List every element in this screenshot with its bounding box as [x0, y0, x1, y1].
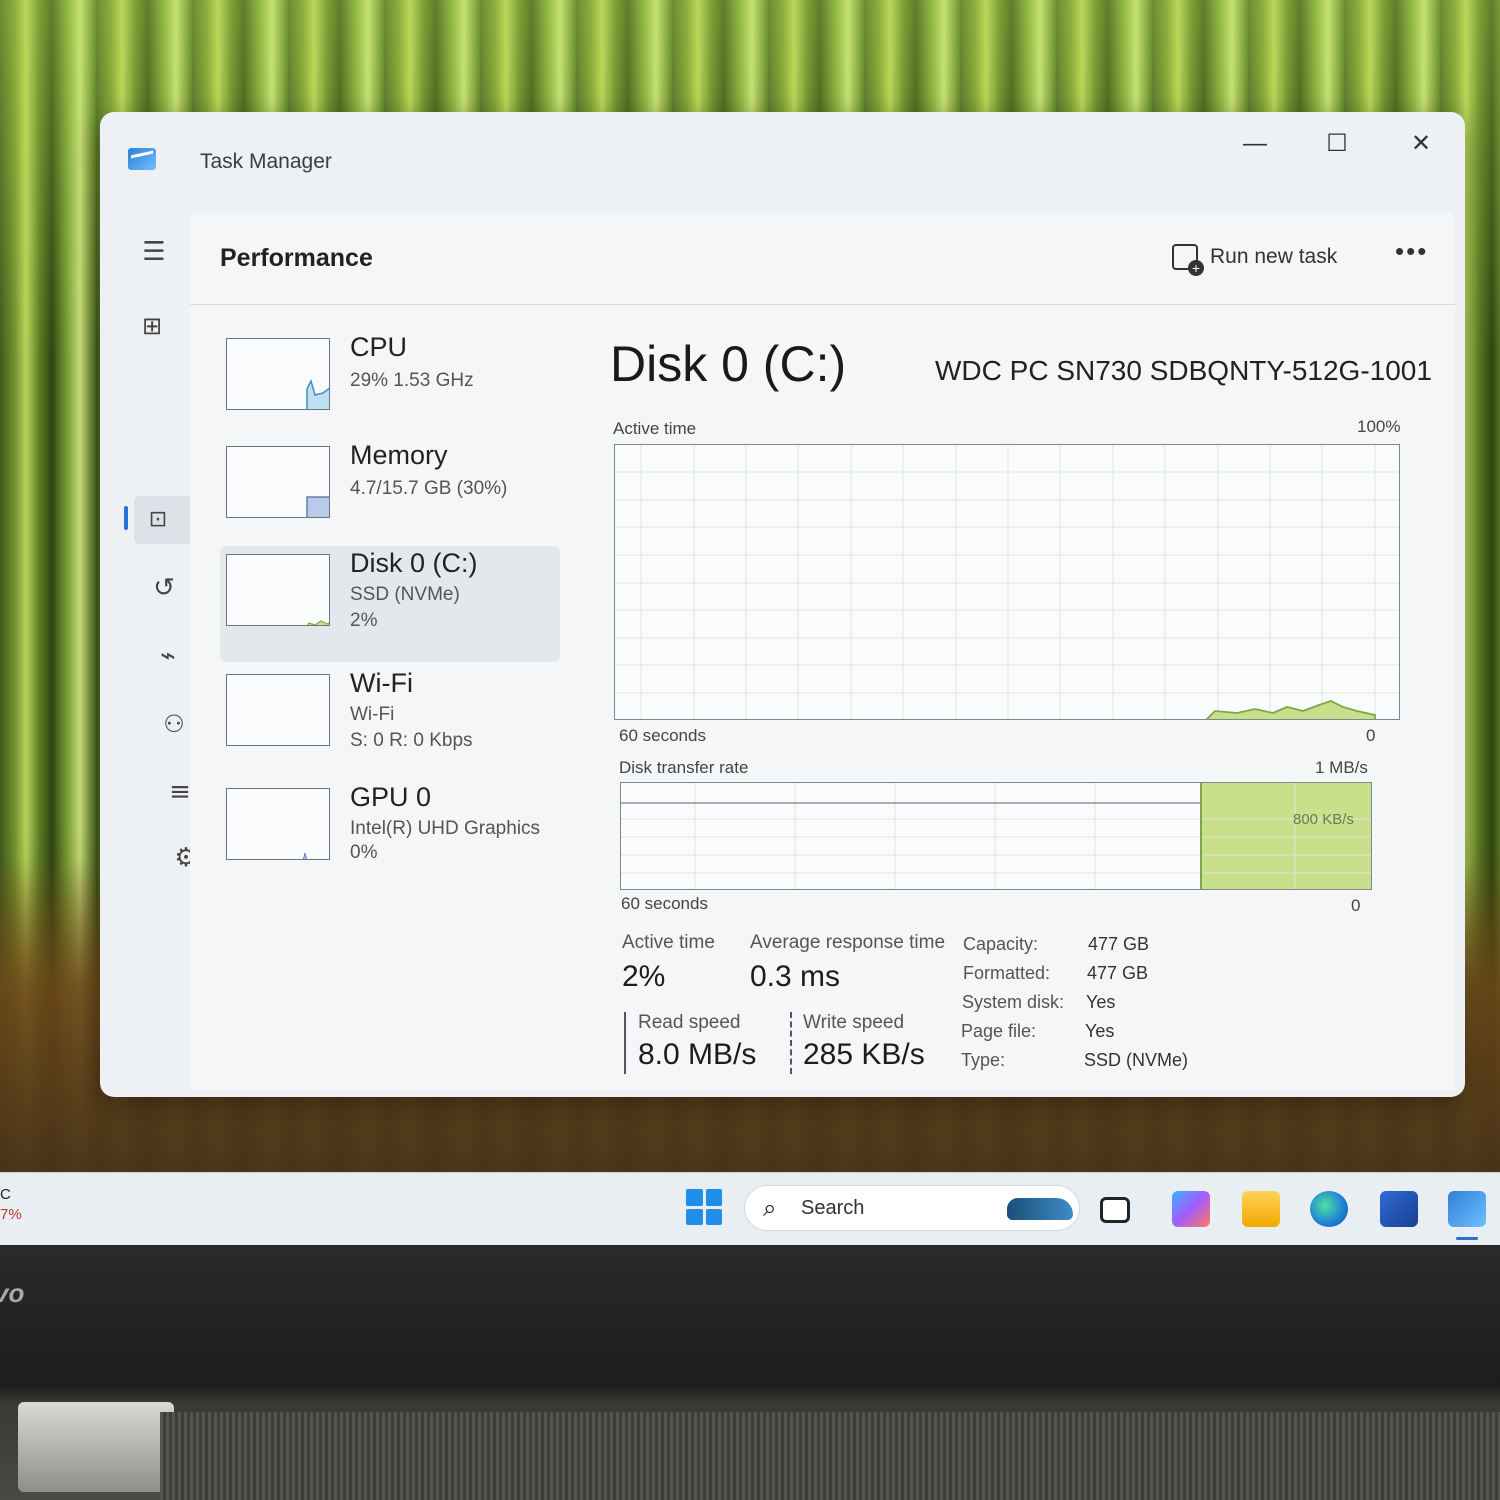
cpu-thumbnail-graph — [226, 338, 330, 410]
more-options-button[interactable]: ••• — [1395, 236, 1428, 267]
device-name: GPU 0 — [350, 782, 432, 812]
active-app-indicator — [1456, 1237, 1478, 1240]
task-manager-app-icon — [128, 148, 156, 170]
property-system-disk-value: Yes — [1086, 992, 1116, 1012]
users-icon[interactable]: ⚇ — [154, 704, 194, 744]
device-item-cpu[interactable]: CPU 29% 1.53 GHz — [220, 330, 560, 440]
microsoft-365-icon[interactable] — [1172, 1191, 1210, 1227]
property-type-key: Type: — [961, 1050, 1006, 1070]
device-item-disk-0[interactable]: Disk 0 (C:) SSD (NVMe) 2% — [220, 546, 560, 662]
performance-nav-indicator — [124, 506, 128, 530]
taskbar-search-box[interactable]: ⌕ Search — [744, 1185, 1080, 1231]
window-title: Task Manager — [200, 150, 332, 173]
navigation-sidebar: ☰ ⊞ ⊡ ↺ ⌁ ⚇ ≡ ⚙ — [120, 232, 200, 1092]
active-time-label: Active time — [622, 932, 715, 953]
performance-panel: Performance Run new task ••• CPU 29% 1.5… — [190, 212, 1455, 1090]
search-highlight-image — [1007, 1198, 1073, 1220]
widget-value: 7% — [0, 1206, 22, 1223]
maximize-button[interactable]: ☐ — [1314, 126, 1360, 162]
edge-browser-icon[interactable] — [1310, 1191, 1348, 1227]
read-speed-value: 8.0 MB/s — [638, 1038, 757, 1071]
device-item-memory[interactable]: Memory 4.7/15.7 GB (30%) — [220, 438, 560, 548]
transfer-rate-chart-scale-line: 800 KB/s — [1293, 811, 1354, 828]
property-formatted-value: 477 GB — [1087, 963, 1149, 983]
task-manager-window: Task Manager — ☐ ✕ ☰ ⊞ ⊡ ↺ ⌁ ⚇ ≡ ⚙ ⚙ Per… — [100, 112, 1465, 1097]
device-stat: 29% 1.53 GHz — [350, 370, 474, 391]
search-placeholder: Search — [801, 1197, 865, 1219]
transfer-rate-chart-max: 1 MB/s — [1315, 758, 1368, 777]
start-button[interactable] — [686, 1189, 722, 1225]
transfer-rate-chart-duration: 60 seconds — [621, 894, 708, 913]
laptop-brand-logo: vo — [0, 1278, 25, 1308]
device-name: Memory — [350, 440, 448, 470]
property-type-value: SSD (NVMe) — [1084, 1050, 1189, 1070]
property-capacity-key: Capacity: — [963, 934, 1039, 954]
property-formatted-key: Formatted: — [963, 963, 1051, 983]
property-system-disk-key: System disk: — [962, 992, 1065, 1012]
device-model: Intel(R) UHD Graphics — [350, 818, 541, 839]
wifi-thumbnail-graph — [226, 674, 330, 746]
transfer-rate-chart: 800 KB/s — [620, 782, 1372, 890]
taskbar-widget-partial[interactable]: C 7% — [0, 1185, 22, 1225]
header-divider — [190, 304, 1455, 305]
startup-apps-icon[interactable]: ⌁ — [148, 636, 188, 676]
processes-icon[interactable]: ⊞ — [132, 306, 172, 346]
write-speed-label: Write speed — [803, 1012, 905, 1033]
active-time-chart — [614, 444, 1400, 720]
run-new-task-button[interactable]: Run new task — [1172, 240, 1338, 276]
transfer-rate-chart-min: 0 — [1351, 896, 1361, 915]
taskbar: C 7% ⌕ Search — [0, 1172, 1500, 1248]
hamburger-icon[interactable]: ☰ — [134, 232, 174, 272]
title-bar[interactable]: Task Manager — ☐ ✕ — [100, 112, 1465, 212]
device-type: SSD (NVMe) — [350, 584, 460, 605]
read-speed-label: Read speed — [638, 1012, 741, 1033]
active-time-chart-max: 100% — [1357, 417, 1401, 436]
laptop-hinge — [18, 1402, 174, 1492]
device-type: Wi-Fi — [350, 704, 395, 725]
avg-response-time-label: Average response time — [750, 932, 946, 953]
property-capacity-value: 477 GB — [1088, 934, 1150, 954]
device-stat: 0% — [350, 842, 378, 863]
run-task-icon — [1172, 244, 1204, 276]
app-history-icon[interactable]: ↺ — [144, 568, 184, 608]
write-speed-legend-line — [790, 1012, 792, 1074]
avg-response-time-value: 0.3 ms — [750, 960, 841, 993]
disk-thumbnail-graph — [226, 554, 330, 626]
device-item-wifi[interactable]: Wi-Fi Wi-Fi S: 0 R: 0 Kbps — [220, 666, 560, 776]
memory-thumbnail-graph — [226, 446, 330, 518]
widget-text: C — [0, 1186, 11, 1203]
minimize-button[interactable]: — — [1232, 126, 1278, 162]
run-new-task-label: Run new task — [1210, 245, 1338, 268]
performance-icon[interactable]: ⊡ — [138, 500, 178, 540]
property-page-file-value: Yes — [1085, 1021, 1115, 1041]
write-speed-value: 285 KB/s — [803, 1038, 925, 1071]
detail-title: Disk 0 (C:) — [610, 336, 847, 392]
search-icon: ⌕ — [763, 1194, 777, 1222]
device-stat: 4.7/15.7 GB (30%) — [350, 478, 508, 499]
gpu-thumbnail-graph — [226, 788, 330, 860]
active-time-chart-min: 0 — [1366, 726, 1376, 745]
device-item-gpu-0[interactable]: GPU 0 Intel(R) UHD Graphics 0% — [220, 780, 560, 890]
page-title: Performance — [220, 244, 373, 272]
file-explorer-icon[interactable] — [1242, 1191, 1280, 1227]
property-page-file-key: Page file: — [961, 1021, 1037, 1041]
device-name: Disk 0 (C:) — [350, 548, 478, 578]
active-time-chart-label: Active time — [613, 419, 697, 438]
laptop-speaker-grille — [160, 1412, 1500, 1500]
device-stat: S: 0 R: 0 Kbps — [350, 730, 473, 751]
disk-model: WDC PC SN730 SDBQNTY-512G-1001 — [935, 355, 1432, 386]
transfer-rate-chart-label: Disk transfer rate — [619, 758, 749, 777]
active-time-chart-duration: 60 seconds — [619, 726, 706, 745]
active-time-value: 2% — [622, 960, 666, 993]
terminal-icon[interactable] — [1100, 1197, 1130, 1223]
read-speed-legend-line — [624, 1012, 626, 1074]
device-name: CPU — [350, 332, 408, 362]
close-button[interactable]: ✕ — [1398, 126, 1444, 162]
microsoft-store-icon[interactable] — [1380, 1191, 1418, 1227]
device-name: Wi-Fi — [350, 668, 413, 698]
task-manager-taskbar-icon[interactable] — [1448, 1191, 1486, 1227]
device-stat: 2% — [350, 610, 378, 631]
